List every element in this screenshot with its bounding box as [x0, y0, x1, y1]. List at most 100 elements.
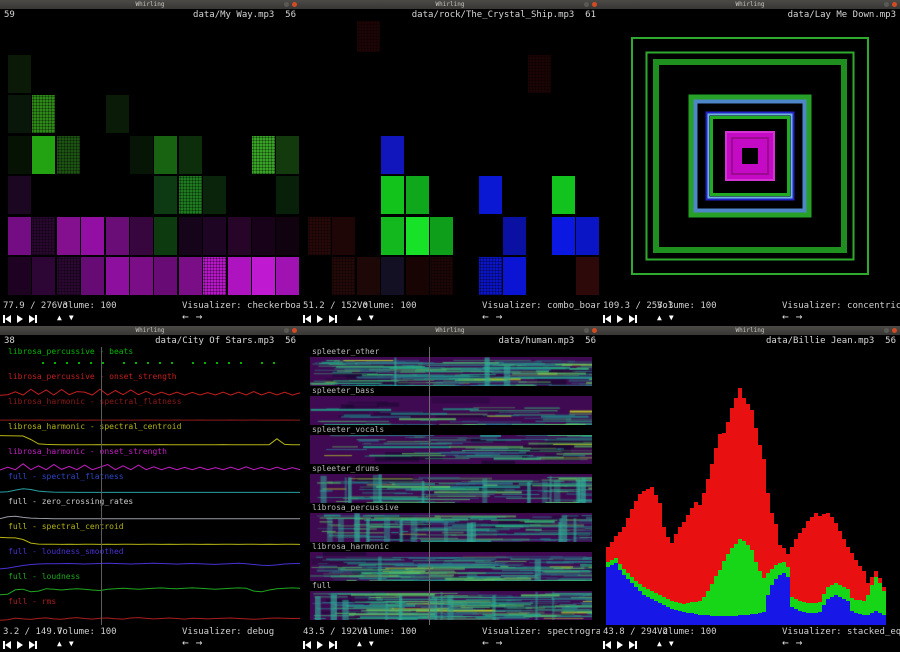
- equalizer-visualizer: [600, 347, 900, 625]
- previous-track-button[interactable]: [603, 314, 611, 323]
- window-titlebar[interactable]: Whirling: [0, 326, 300, 335]
- window-titlebar[interactable]: Whirling: [300, 0, 600, 9]
- visualizer-prev-button[interactable]: ←: [782, 311, 789, 322]
- volume-up-button[interactable]: ▲: [357, 639, 362, 649]
- media-controls: [3, 314, 37, 323]
- volume-down-button[interactable]: ▼: [669, 313, 674, 323]
- squares-visualizer: [600, 21, 900, 299]
- volume-down-button[interactable]: ▼: [369, 313, 374, 323]
- close-button[interactable]: [292, 328, 297, 333]
- close-button[interactable]: [892, 328, 897, 333]
- close-button[interactable]: [292, 2, 297, 7]
- visualizer-next-button[interactable]: →: [796, 637, 803, 648]
- grid-cell: [308, 217, 331, 255]
- previous-track-button[interactable]: [303, 640, 311, 649]
- grid-cell: [130, 136, 153, 174]
- play-button[interactable]: [617, 640, 623, 649]
- visualizer-prev-button[interactable]: ←: [482, 637, 489, 648]
- next-track-button[interactable]: [629, 640, 637, 649]
- play-button[interactable]: [317, 640, 323, 649]
- window-title: Whirling: [436, 327, 465, 334]
- grid-cell: [8, 55, 31, 93]
- grid-cell: [479, 257, 502, 295]
- playhead-line: [101, 347, 102, 625]
- minimize-button[interactable]: [884, 2, 889, 7]
- previous-track-button[interactable]: [603, 640, 611, 649]
- grid-cell: [8, 136, 31, 174]
- grid-cell: [8, 217, 31, 255]
- status-bar: 109.3 / 253.3 Volume: 100 Visualizer: co…: [600, 299, 900, 326]
- play-button[interactable]: [17, 314, 23, 323]
- grid-cell: [503, 257, 526, 295]
- grid-cell: [503, 217, 526, 255]
- debug-series-label: full - zero_crossing_rates: [8, 497, 300, 507]
- visualizer-window-spectrogram: Whirling data/human.mp3 56 spleeter_othe…: [300, 326, 600, 652]
- volume-up-button[interactable]: ▲: [57, 639, 62, 649]
- window-titlebar[interactable]: Whirling: [0, 0, 300, 9]
- visualizer-prev-button[interactable]: ←: [782, 637, 789, 648]
- previous-track-button[interactable]: [3, 314, 11, 323]
- volume-up-button[interactable]: ▲: [657, 313, 662, 323]
- next-track-button[interactable]: [29, 314, 37, 323]
- checkerboard-visualizer: [300, 21, 600, 299]
- visualizer-next-button[interactable]: →: [496, 311, 503, 322]
- debug-series-chart: [0, 432, 300, 447]
- window-buttons: [284, 328, 297, 333]
- minimize-button[interactable]: [284, 2, 289, 7]
- close-button[interactable]: [592, 2, 597, 7]
- window-titlebar[interactable]: Whirling: [600, 0, 900, 9]
- visualizer-next-button[interactable]: →: [796, 311, 803, 322]
- pane-header: data/Billie Jean.mp3 56: [600, 335, 900, 347]
- volume-up-button[interactable]: ▲: [657, 639, 662, 649]
- visualizer-next-button[interactable]: →: [496, 637, 503, 648]
- minimize-button[interactable]: [884, 328, 889, 333]
- close-button[interactable]: [892, 2, 897, 7]
- volume-down-button[interactable]: ▼: [669, 639, 674, 649]
- pane-counter: 38: [4, 336, 15, 346]
- close-button[interactable]: [592, 328, 597, 333]
- window-buttons: [584, 328, 597, 333]
- status-bar: 51.2 / 152.0 Volume: 100 Visualizer: com…: [300, 299, 600, 326]
- next-track-button[interactable]: [329, 640, 337, 649]
- visualizer-prev-button[interactable]: ←: [482, 311, 489, 322]
- volume-down-button[interactable]: ▼: [69, 639, 74, 649]
- grid-cell: [8, 176, 31, 214]
- track-name: data/City Of Stars.mp3 56: [155, 336, 296, 346]
- grid-cell: [203, 176, 226, 214]
- volume-up-button[interactable]: ▲: [357, 313, 362, 323]
- minimize-button[interactable]: [584, 328, 589, 333]
- debug-series-chart: [0, 457, 300, 472]
- track-name: data/Lay Me Down.mp3: [788, 10, 896, 20]
- volume-controls: ▲ ▼: [357, 313, 374, 323]
- next-track-button[interactable]: [29, 640, 37, 649]
- next-track-button[interactable]: [629, 314, 637, 323]
- visualizer-next-button[interactable]: →: [196, 311, 203, 322]
- pane-header: data/rock/The_Crystal_Ship.mp3 61: [300, 9, 600, 21]
- play-button[interactable]: [617, 314, 623, 323]
- visualizer-next-button[interactable]: →: [196, 637, 203, 648]
- debug-series-row: librosa_harmonic - spectral_centroid: [0, 422, 300, 447]
- previous-track-button[interactable]: [3, 640, 11, 649]
- window-titlebar[interactable]: Whirling: [300, 326, 600, 335]
- play-button[interactable]: [17, 640, 23, 649]
- grid-cell: [430, 257, 453, 295]
- play-button[interactable]: [317, 314, 323, 323]
- volume-down-button[interactable]: ▼: [369, 639, 374, 649]
- volume-up-button[interactable]: ▲: [57, 313, 62, 323]
- spectrogram-strip: [310, 357, 592, 386]
- window-title: Whirling: [136, 327, 165, 334]
- window-titlebar[interactable]: Whirling: [600, 326, 900, 335]
- volume-down-button[interactable]: ▼: [69, 313, 74, 323]
- visualizer-prev-button[interactable]: ←: [182, 311, 189, 322]
- grid-cell: [357, 257, 380, 295]
- visualizer-prev-button[interactable]: ←: [182, 637, 189, 648]
- debug-series-label: full - spectral_centroid: [8, 522, 300, 532]
- debug-series-chart: [0, 407, 300, 422]
- grid-cell: [154, 136, 177, 174]
- minimize-button[interactable]: [284, 328, 289, 333]
- minimize-button[interactable]: [584, 2, 589, 7]
- next-track-button[interactable]: [329, 314, 337, 323]
- previous-track-button[interactable]: [303, 314, 311, 323]
- grid-cell: [154, 176, 177, 214]
- grid-cell: [276, 217, 299, 255]
